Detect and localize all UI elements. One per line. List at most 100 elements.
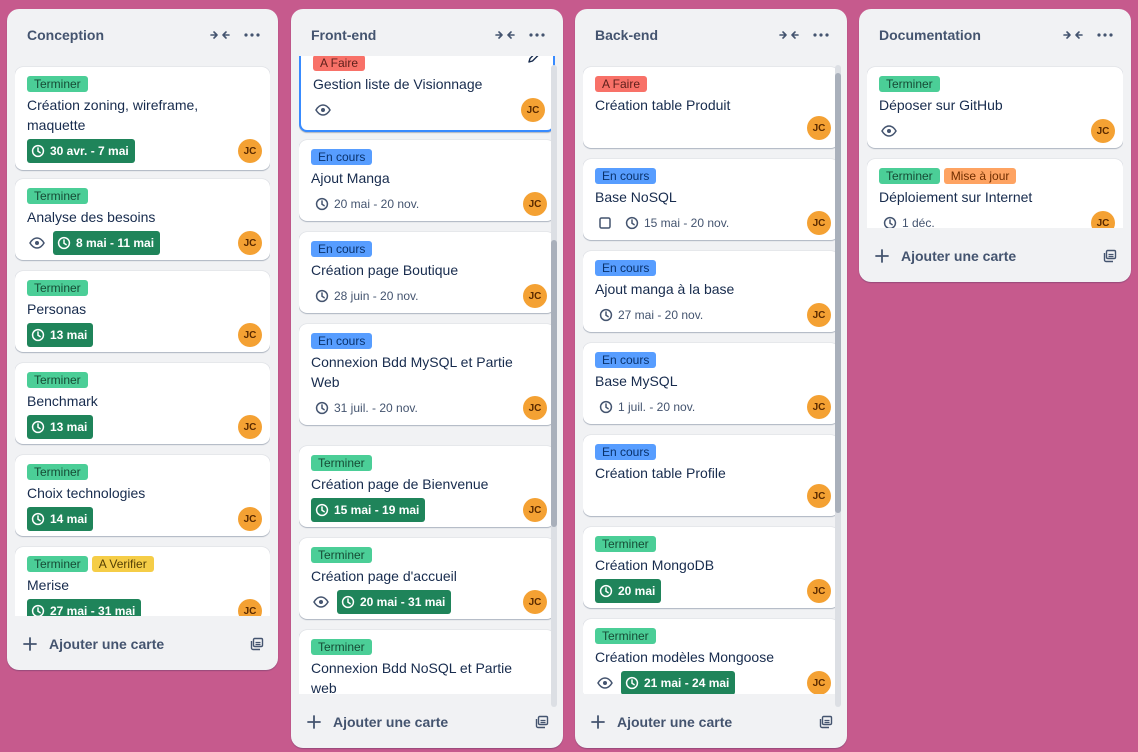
collapse-icon[interactable] bbox=[777, 25, 801, 45]
collapse-icon[interactable] bbox=[493, 25, 517, 45]
avatar[interactable]: JC bbox=[807, 484, 831, 508]
scrollbar[interactable] bbox=[835, 65, 841, 707]
card-labels: Terminer bbox=[311, 455, 372, 471]
card[interactable]: En cours Ajout manga à la base 27 mai - 20… bbox=[583, 251, 839, 332]
due-date-badge[interactable]: 1 déc. bbox=[879, 211, 941, 228]
avatar[interactable]: JC bbox=[238, 231, 262, 255]
template-icon[interactable] bbox=[535, 715, 549, 729]
card[interactable]: En cours Création page Boutique 28 juin - … bbox=[299, 232, 555, 313]
card[interactable]: Terminer Création MongoDB 20 mai JC bbox=[583, 527, 839, 608]
card[interactable]: Terminer Création modèles Mongoose 21 mai … bbox=[583, 619, 839, 694]
due-date-badge[interactable]: 13 mai bbox=[27, 323, 94, 347]
template-icon[interactable] bbox=[819, 715, 833, 729]
avatar[interactable]: JC bbox=[238, 599, 262, 616]
more-icon[interactable] bbox=[1093, 25, 1117, 45]
plus-icon bbox=[591, 715, 607, 729]
due-date-badge[interactable]: 1 juil. - 20 nov. bbox=[595, 395, 701, 419]
card[interactable]: Terminer Connexion Bdd NoSQL et Partie we… bbox=[299, 630, 555, 694]
card[interactable]: Terminer Choix technologies 14 mai JC bbox=[15, 455, 270, 536]
avatar[interactable]: JC bbox=[523, 284, 547, 308]
due-date-badge[interactable]: 21 mai - 24 mai bbox=[621, 671, 736, 694]
collapse-icon[interactable] bbox=[1061, 25, 1085, 45]
card[interactable]: Terminer Déposer sur GitHub JC bbox=[867, 67, 1123, 148]
label-blue: En cours bbox=[595, 444, 657, 460]
due-date-badge[interactable]: 13 mai bbox=[27, 415, 94, 439]
avatar[interactable]: JC bbox=[807, 303, 831, 327]
card-labels: En cours bbox=[595, 352, 657, 368]
label-green: Terminer bbox=[27, 280, 88, 296]
card[interactable]: Terminer Création page de Bienvenue 15 mai… bbox=[299, 446, 555, 527]
card[interactable]: En cours Ajout Manga 20 mai - 20 nov. JC bbox=[299, 140, 555, 221]
avatar[interactable]: JC bbox=[523, 396, 547, 420]
edit-pencil-icon[interactable] bbox=[527, 56, 543, 66]
card-title: Personas bbox=[27, 301, 87, 317]
avatar[interactable]: JC bbox=[807, 395, 831, 419]
card-badges: 15 mai - 19 mai bbox=[311, 498, 426, 522]
due-date-text: 13 mai bbox=[50, 420, 88, 434]
card[interactable]: Terminer Création page d'accueil 20 mai - … bbox=[299, 538, 555, 619]
avatar[interactable]: JC bbox=[807, 671, 831, 694]
due-date-badge[interactable]: 15 mai - 20 nov. bbox=[621, 211, 735, 235]
avatar[interactable]: JC bbox=[238, 415, 262, 439]
card[interactable]: A Faire Gestion liste de Visionnage JC bbox=[299, 56, 555, 132]
due-date-badge[interactable]: 28 juin - 20 nov. bbox=[311, 284, 425, 308]
scrollbar-thumb[interactable] bbox=[835, 73, 841, 513]
avatar[interactable]: JC bbox=[523, 590, 547, 614]
scrollbar-thumb[interactable] bbox=[551, 240, 557, 527]
avatar[interactable]: JC bbox=[238, 507, 262, 531]
avatar[interactable]: JC bbox=[807, 116, 831, 140]
more-icon[interactable] bbox=[525, 25, 549, 45]
due-date-badge[interactable]: 14 mai bbox=[27, 507, 94, 531]
card[interactable]: En cours Création table Profile JC bbox=[583, 435, 839, 516]
add-card-button[interactable]: Ajouter une carte bbox=[591, 706, 833, 738]
due-date-badge[interactable]: 30 avr. - 7 mai bbox=[27, 139, 135, 163]
due-date-badge[interactable]: 20 mai bbox=[595, 579, 662, 603]
list-title[interactable]: Conception bbox=[27, 27, 200, 43]
card[interactable]: En cours Connexion Bdd MySQL et Partie We… bbox=[299, 324, 555, 425]
avatar[interactable]: JC bbox=[238, 139, 262, 163]
avatar[interactable]: JC bbox=[807, 579, 831, 603]
due-date-badge[interactable]: 27 mai - 31 mai bbox=[27, 599, 142, 616]
list-title[interactable]: Front-end bbox=[311, 27, 485, 43]
due-date-badge[interactable]: 31 juil. - 20 nov. bbox=[311, 396, 424, 420]
list-title[interactable]: Back-end bbox=[595, 27, 769, 43]
plus-icon bbox=[307, 715, 323, 729]
due-date-badge[interactable]: 20 mai - 31 mai bbox=[337, 590, 452, 614]
eye-icon bbox=[595, 673, 615, 693]
template-icon[interactable] bbox=[1103, 249, 1117, 263]
eye-icon bbox=[311, 592, 331, 612]
more-icon[interactable] bbox=[240, 25, 264, 45]
avatar[interactable]: JC bbox=[238, 323, 262, 347]
avatar[interactable]: JC bbox=[807, 211, 831, 235]
card-labels: Terminer bbox=[311, 547, 372, 563]
avatar[interactable]: JC bbox=[523, 498, 547, 522]
card[interactable]: Terminer A Verifier Merise 27 mai - 31 mai J… bbox=[15, 547, 270, 616]
avatar[interactable]: JC bbox=[1091, 119, 1115, 143]
due-date-badge[interactable]: 20 mai - 20 nov. bbox=[311, 192, 425, 216]
add-card-button[interactable]: Ajouter une carte bbox=[875, 240, 1117, 272]
card[interactable]: Terminer Création zoning, wireframe, maqu… bbox=[15, 67, 270, 170]
card[interactable]: Terminer Benchmark 13 mai JC bbox=[15, 363, 270, 444]
avatar[interactable]: JC bbox=[521, 98, 545, 122]
add-card-button[interactable]: Ajouter une carte bbox=[307, 706, 549, 738]
card[interactable]: Terminer Mise à jour Déploiement sur Inter… bbox=[867, 159, 1123, 228]
more-icon[interactable] bbox=[809, 25, 833, 45]
due-date-badge[interactable]: 27 mai - 20 nov. bbox=[595, 303, 709, 327]
scrollbar[interactable] bbox=[551, 65, 557, 707]
avatar[interactable]: JC bbox=[1091, 211, 1115, 228]
label-green: Terminer bbox=[27, 556, 88, 572]
card[interactable]: A Faire Création table Produit JC bbox=[583, 67, 839, 148]
card[interactable]: En cours Base MySQL 1 juil. - 20 nov. JC bbox=[583, 343, 839, 424]
list-title[interactable]: Documentation bbox=[879, 27, 1053, 43]
template-icon[interactable] bbox=[250, 637, 264, 651]
card-badges: 13 mai bbox=[27, 415, 94, 439]
add-card-button[interactable]: Ajouter une carte bbox=[23, 628, 264, 660]
due-date-badge[interactable]: 15 mai - 19 mai bbox=[311, 498, 426, 522]
due-date-badge[interactable]: 8 mai - 11 mai bbox=[53, 231, 161, 255]
avatar[interactable]: JC bbox=[523, 192, 547, 216]
checkbox-icon[interactable] bbox=[595, 211, 615, 235]
collapse-icon[interactable] bbox=[208, 25, 232, 45]
card[interactable]: Terminer Analyse des besoins 8 mai - 11 ma… bbox=[15, 179, 270, 260]
card[interactable]: En cours Base NoSQL 15 mai - 20 nov. JC bbox=[583, 159, 839, 240]
card[interactable]: Terminer Personas 13 mai JC bbox=[15, 271, 270, 352]
